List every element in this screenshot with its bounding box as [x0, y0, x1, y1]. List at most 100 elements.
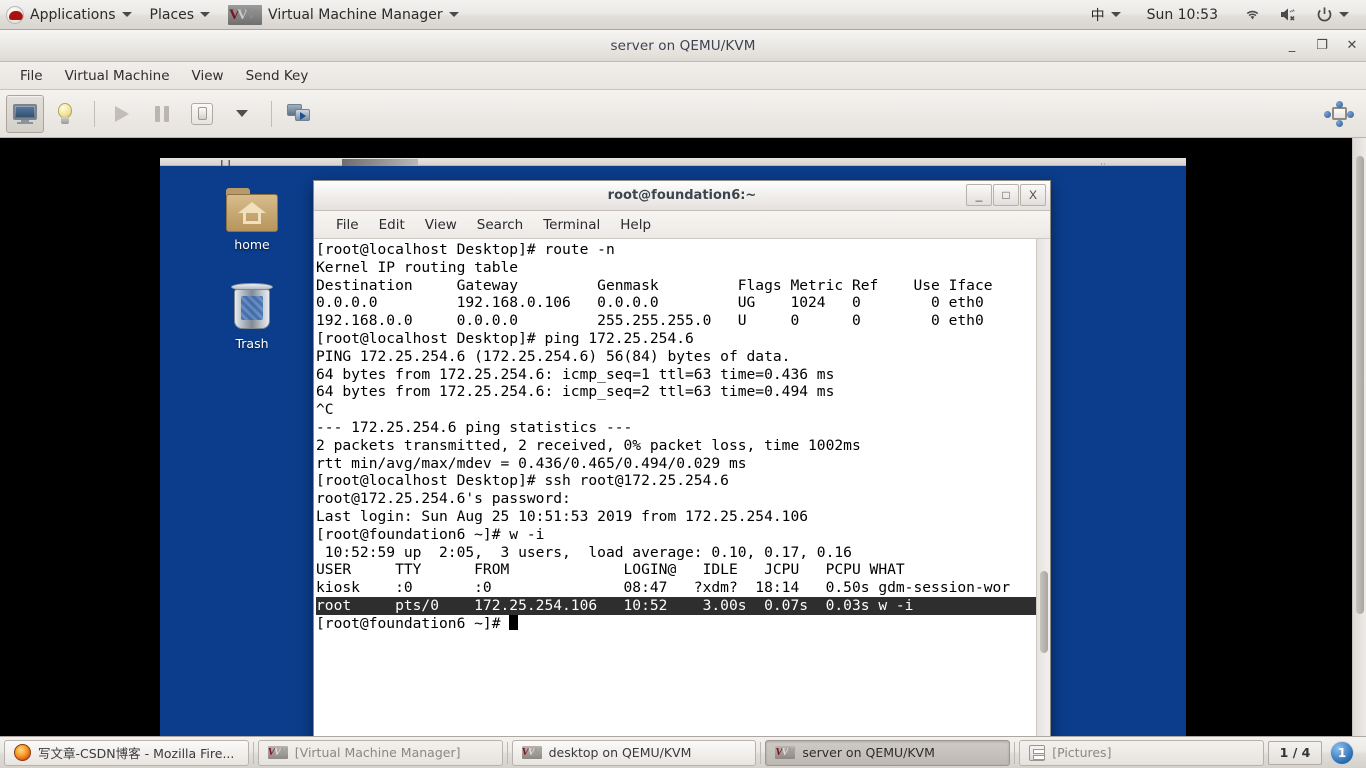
show-console-button[interactable] [6, 94, 44, 133]
terminal-menu-search[interactable]: Search [467, 214, 533, 236]
wifi-icon [1246, 10, 1259, 20]
menu-virtual-machine[interactable]: Virtual Machine [54, 65, 181, 87]
pause-button[interactable] [143, 95, 181, 133]
terminal-cursor [509, 614, 519, 630]
terminal-menu-help[interactable]: Help [610, 214, 661, 236]
terminal-maximize-button[interactable]: □ [993, 184, 1019, 206]
chevron-down-icon [236, 110, 248, 117]
terminal-line: [root@foundation6 ~]# w -i [316, 525, 545, 543]
terminal-close-button[interactable]: X [1020, 184, 1046, 206]
vmm-logo-icon: VVV [228, 4, 263, 25]
toolbar-separator [94, 100, 95, 127]
terminal-selection: root pts/0 172.25.254.106 10:52 3.00s 0.… [316, 596, 1036, 615]
terminal-line-selected: root pts/0 172.25.254.106 10:52 3.00s 0.… [316, 596, 1036, 615]
home-folder-icon [226, 188, 278, 232]
guest-partial-toolbar [160, 158, 1186, 166]
taskbar-separator [1014, 741, 1016, 764]
vmm-menubar: File Virtual Machine View Send Key [0, 62, 1366, 90]
terminal-line: 192.168.0.0 0.0.0.0 255.255.255.0 U 0 0 … [316, 312, 984, 330]
firefox-icon [14, 744, 31, 761]
taskbar-item-desktop-vm[interactable]: VVV desktop on QEMU/KVM [511, 739, 757, 766]
desktop-icon-home-label: home [234, 237, 270, 252]
terminal-scrollbar[interactable] [1036, 239, 1050, 743]
taskbar: 写文章-CSDN博客 - Mozilla Fire... VVV [Virtua… [0, 736, 1366, 768]
vmm-minimize-button[interactable]: _ [1284, 38, 1300, 54]
terminal-menu-terminal[interactable]: Terminal [533, 214, 610, 236]
shutdown-button[interactable] [183, 95, 221, 133]
vmm-titlebar: server on QEMU/KVM _ ❐ ✕ [0, 30, 1366, 62]
terminal-line: 0.0.0.0 192.168.0.106 0.0.0.0 UG 1024 0 … [316, 294, 984, 312]
terminal-menu-edit[interactable]: Edit [369, 214, 415, 236]
terminal-line: 64 bytes from 172.25.254.6: icmp_seq=1 t… [316, 365, 835, 383]
terminal-scrollbar-thumb[interactable] [1040, 571, 1048, 653]
taskbar-item-firefox[interactable]: 写文章-CSDN博客 - Mozilla Fire... [4, 739, 249, 766]
system-menu[interactable] [1307, 0, 1358, 30]
lightbulb-icon [56, 102, 74, 125]
terminal-line: rtt min/avg/max/mdev = 0.436/0.465/0.494… [316, 454, 747, 472]
terminal-window[interactable]: root@foundation6:~ _ □ X File Edit View … [313, 180, 1051, 744]
screens-icon [287, 103, 311, 124]
menu-file[interactable]: File [9, 65, 54, 87]
places-menu[interactable]: Places [141, 0, 220, 30]
terminal-minimize-button[interactable]: _ [966, 184, 992, 206]
input-method-indicator[interactable]: 中 [1082, 0, 1130, 30]
vmm-close-button[interactable]: ✕ [1344, 38, 1360, 54]
taskbar-item-server-vm[interactable]: VVV server on QEMU/KVM [765, 739, 1011, 766]
terminal-line: Last login: Sun Aug 25 10:51:53 2019 fro… [316, 507, 809, 525]
desktop-icon-trash[interactable]: Trash [209, 283, 295, 351]
redhat-icon [6, 5, 24, 24]
guest-partial-gradient [342, 159, 418, 166]
taskbar-item-label: server on QEMU/KVM [802, 745, 935, 760]
taskbar-separator [760, 741, 762, 764]
terminal-line: Destination Gateway Genmask Flags Metric… [316, 276, 993, 294]
terminal-menu-file[interactable]: File [326, 214, 369, 236]
terminal-line: root@172.25.254.6's password: [316, 490, 571, 508]
taskbar-item-virtual-machine-manager[interactable]: VVV [Virtual Machine Manager] [257, 739, 503, 766]
terminal-screen[interactable]: [root@localhost Desktop]# route -n Kernel… [314, 239, 1036, 743]
terminal-menubar: File Edit View Search Terminal Help [314, 211, 1050, 239]
terminal-titlebar: root@foundation6:~ _ □ X [314, 181, 1050, 211]
vmm-icon: VVV [267, 746, 288, 759]
gnome-top-panel: Applications Places VVV Virtual Machine … [0, 0, 1366, 30]
network-indicator[interactable] [1235, 0, 1270, 30]
vmm-maximize-button[interactable]: ❐ [1314, 38, 1330, 54]
taskbar-separator [506, 741, 508, 764]
taskbar-item-label: [Virtual Machine Manager] [294, 745, 461, 760]
terminal-prompt: [root@foundation6 ~]# [316, 614, 510, 632]
terminal-line: 2 packets transmitted, 2 received, 0% pa… [316, 436, 861, 454]
fullscreen-button[interactable] [1320, 95, 1358, 133]
shutdown-menu-button[interactable] [223, 95, 261, 133]
vm-viewport-scrollbar[interactable] [1352, 138, 1366, 736]
pause-icon [155, 105, 169, 122]
vmm-toolbar [0, 90, 1366, 138]
workspace-pager[interactable]: 1 / 4 [1268, 740, 1322, 765]
taskbar-item-pictures[interactable]: [Pictures] [1019, 739, 1264, 766]
menu-send-key[interactable]: Send Key [235, 65, 320, 87]
play-icon [115, 105, 129, 122]
volume-muted-icon [1281, 8, 1295, 21]
vmm-icon: VVV [521, 746, 542, 759]
desktop-icon-home[interactable]: home [209, 188, 295, 252]
run-button[interactable] [103, 95, 141, 133]
workspace-badge[interactable]: 1 [1330, 740, 1354, 765]
clock[interactable]: Sun 10:53 [1130, 0, 1235, 30]
chevron-down-icon [1339, 12, 1349, 17]
terminal-line: --- 172.25.254.6 ping statistics --- [316, 418, 633, 436]
taskbar-item-label: [Pictures] [1052, 745, 1112, 760]
taskbar-separator [252, 741, 254, 764]
applications-menu-label: Applications [30, 6, 116, 23]
chevron-down-icon [1110, 12, 1121, 17]
power-switch-icon [191, 102, 213, 125]
terminal-line: [root@localhost Desktop]# ping 172.25.25… [316, 329, 694, 347]
virt-manager-window: server on QEMU/KVM _ ❐ ✕ File Virtual Ma… [0, 30, 1366, 744]
terminal-line: [root@localhost Desktop]# ssh root@172.2… [316, 472, 729, 490]
terminal-menu-view[interactable]: View [415, 214, 467, 236]
show-details-button[interactable] [46, 95, 84, 133]
menu-view[interactable]: View [181, 65, 235, 87]
guest-background-window-strip: ❙❙ ·· [160, 138, 1186, 170]
volume-indicator[interactable] [1270, 0, 1307, 30]
vm-viewport-scrollbar-thumb[interactable] [1356, 156, 1364, 614]
active-application-menu[interactable]: VVV Virtual Machine Manager [219, 0, 468, 30]
applications-menu[interactable]: Applications [0, 0, 141, 30]
snapshots-button[interactable] [280, 95, 318, 133]
